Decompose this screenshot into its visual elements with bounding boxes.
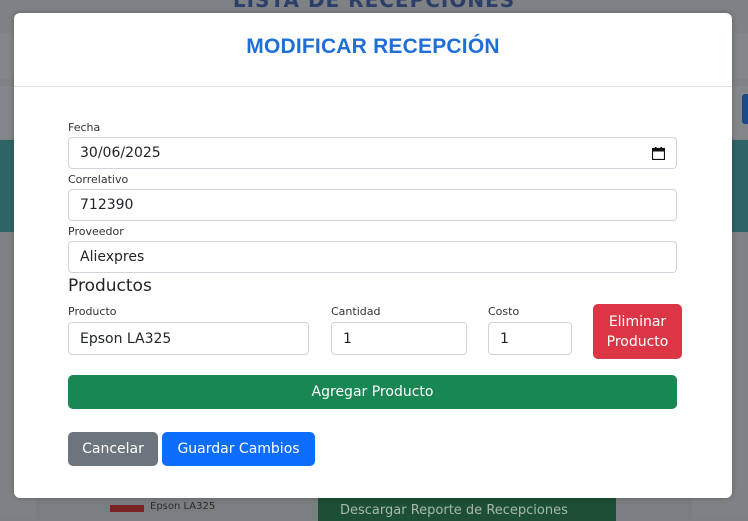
producto-value: Epson LA325 <box>80 330 172 347</box>
fecha-label: Fecha <box>68 121 101 134</box>
edit-reception-modal: MODIFICAR RECEPCIÓN Fecha 30/06/2025 Cor… <box>14 13 732 498</box>
proveedor-value: Aliexpres <box>80 249 145 265</box>
delete-product-button[interactable]: Eliminar Producto <box>593 304 682 359</box>
correlativo-value: 712390 <box>80 197 134 213</box>
fecha-value: 30/06/2025 <box>80 145 161 161</box>
cancel-button[interactable]: Cancelar <box>68 432 158 466</box>
delete-product-label-line2: Producto <box>606 333 669 350</box>
background-table-header-left <box>0 140 14 232</box>
proveedor-label: Proveedor <box>68 225 124 238</box>
cantidad-value: 1 <box>343 330 352 347</box>
background-row-product: Epson LA325 <box>150 501 216 512</box>
productos-heading: Productos <box>68 276 152 296</box>
costo-value: 1 <box>500 330 509 347</box>
add-product-button[interactable]: Agregar Producto <box>68 375 677 409</box>
correlativo-input[interactable]: 712390 <box>68 189 677 221</box>
costo-input[interactable]: 1 <box>488 322 572 355</box>
producto-label: Producto <box>68 305 117 318</box>
producto-input[interactable]: Epson LA325 <box>68 322 309 355</box>
modal-header: MODIFICAR RECEPCIÓN <box>14 13 732 87</box>
background-row-badge <box>110 505 144 512</box>
cantidad-input[interactable]: 1 <box>331 322 467 355</box>
fecha-date-input[interactable]: 30/06/2025 <box>68 137 677 169</box>
modal-title: MODIFICAR RECEPCIÓN <box>246 35 500 58</box>
save-changes-button[interactable]: Guardar Cambios <box>162 432 315 466</box>
costo-label: Costo <box>488 305 520 318</box>
proveedor-input[interactable]: Aliexpres <box>68 241 677 273</box>
background-page-title: LISTA DE RECEPCIONES <box>232 0 516 12</box>
background-blue-button <box>742 94 748 124</box>
correlativo-label: Correlativo <box>68 173 129 186</box>
calendar-icon[interactable] <box>651 146 666 160</box>
cantidad-label: Cantidad <box>331 305 381 318</box>
delete-product-label-line1: Eliminar <box>608 313 667 330</box>
background-table-header-right <box>732 140 748 232</box>
